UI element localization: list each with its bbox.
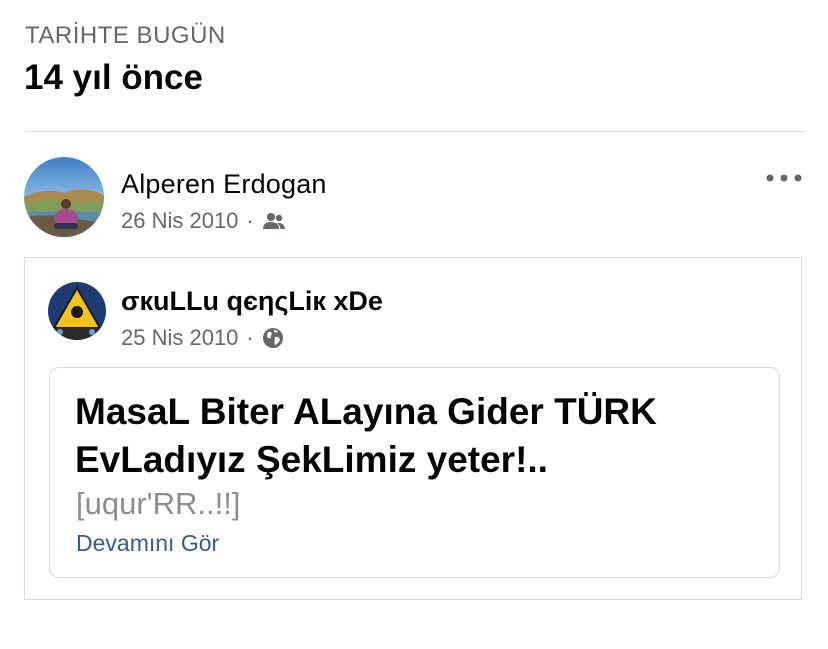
shared-post-date[interactable]: 25 Nis 2010 — [121, 325, 238, 351]
page-avatar[interactable] — [48, 282, 106, 340]
section-title: 14 yıl önce — [24, 58, 203, 97]
divider — [25, 131, 804, 132]
globe-icon[interactable] — [262, 327, 284, 349]
meta-separator: · — [246, 325, 254, 350]
author-name[interactable]: Alperen Erdogan — [121, 169, 327, 200]
friends-icon[interactable] — [262, 211, 286, 231]
more-horizontal-icon — [766, 174, 802, 182]
meta-separator: · — [246, 208, 254, 233]
more-options-button[interactable] — [764, 166, 804, 190]
see-more-link[interactable]: Devamını Gör — [76, 530, 219, 557]
author-avatar[interactable] — [24, 157, 104, 237]
page-name[interactable]: σкuLLu qєηςLiк xDe — [121, 286, 383, 317]
post-subtext: [uqur'RR..!!] — [76, 486, 241, 521]
post-meta: 26 Nis 2010 · — [121, 208, 286, 234]
post-headline: MasaL Biter ALayına Gider TÜRK EvLadıyız… — [75, 391, 657, 480]
post-date[interactable]: 26 Nis 2010 — [121, 208, 238, 234]
section-label: TARİHTE BUGÜN — [25, 22, 226, 49]
shared-post-meta: 25 Nis 2010 · — [121, 325, 284, 351]
post-content-card: MasaL Biter ALayına Gider TÜRK EvLadıyız… — [49, 367, 780, 578]
shared-post: σкuLLu qєηςLiк xDe 25 Nis 2010 · MasaL B… — [24, 257, 802, 600]
